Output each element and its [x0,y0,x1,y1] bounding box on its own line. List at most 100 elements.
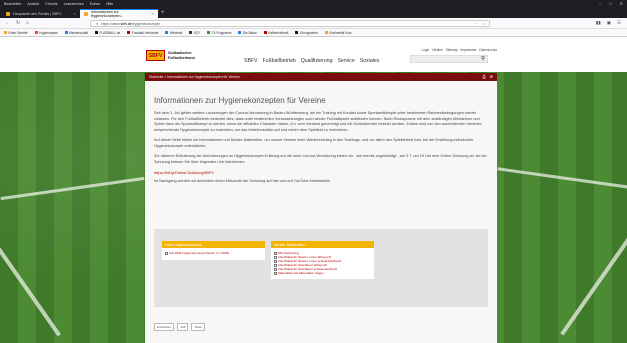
download-box-hygienekonzept: Infos Hygienekonzept Info DFB-Hygienekon… [162,241,265,260]
nav-item-service[interactable]: Service [337,58,354,64]
main-content: Informationen zur Hygienekonzepten für V… [145,81,497,343]
menu-item-help[interactable]: Hilfe [106,2,113,6]
web-page: SBFV Südbadischer Fußballverband SBFV Fu… [0,37,627,343]
schulung-link[interactable]: https://bit.ly/Online-SchulungSBFV [154,170,489,175]
bookmark-item[interactable]: Hygienepass [34,31,58,35]
print-icon[interactable]: ⎙ [482,74,485,79]
toplink-sitemap[interactable]: Sitemap [446,48,458,52]
bookmark-item[interactable]: FUSSBALL.de [95,31,120,35]
pitch-line [560,218,627,336]
main-navigation: SBFV Fußballbetrieb Qualifizierung Servi… [244,58,379,64]
page-actions-icon[interactable]: ⋯ [473,21,477,26]
document-icon [274,252,277,256]
new-tab-icon[interactable]: + [161,9,165,18]
top-links: Login Medien Sitemap Impressum Datenschu… [422,48,497,52]
download-box-title: Infos Hygienekonzept [162,241,265,248]
url-path: /hygienekonzepte [131,21,161,26]
bookmark-item[interactable]: Webmail [165,31,182,35]
download-link[interactable]: Materialien bei Materialien fragen [274,271,371,276]
toplink-impressum[interactable]: Impressum [461,48,477,52]
share-buttons: Empfehlen 128 Teilen [154,323,206,331]
menu-item-bookmarks[interactable]: Lesezeichen [64,2,84,6]
close-tab-icon[interactable]: ✕ [151,12,154,16]
close-tab-icon[interactable]: ✕ [73,12,76,16]
site-search-input[interactable]: ⚲ [410,55,488,63]
bookmark-item[interactable]: Edelmetall Kurs [324,31,352,35]
tab-strip: Hauptseite des Portals | SBFV ✕ Informat… [0,8,627,18]
info-paragraph: Auf dieser Seite bieten wir Informatione… [154,138,474,148]
url-prefix: https://www. [101,21,121,26]
toolbar-icons: ▮▮ ▣ ☰ [596,20,621,26]
close-icon[interactable]: ✕ [620,1,623,6]
reload-icon[interactable]: ↻ [16,20,20,26]
menu-item-tools[interactable]: Extras [90,2,100,6]
tab-label: Hauptseite des Portals | SBFV [13,11,62,16]
site-logo[interactable]: SBFV Südbadischer Fußballverband [146,50,195,61]
page-title: Informationen zur Hygienekonzepten für V… [154,96,326,105]
lock-icon: ● [96,21,99,26]
breadcrumb: Startseite > Informationen zur Hygieneko… [145,73,497,81]
toplink-login[interactable]: Login [422,48,430,52]
minimize-icon[interactable]: – [599,1,601,6]
toplink-medien[interactable]: Medien [432,48,442,52]
followup-paragraph: Im Nachgang werden wir außerdem einen Mi… [154,179,331,183]
logo-text: Südbadischer Fußballverband [168,51,195,60]
breadcrumb-text[interactable]: Startseite > Informationen zur Hygieneko… [149,75,240,79]
search-icon[interactable]: ⚲ [481,56,485,62]
schulung-paragraph: Zur näheren Erläuterung der Anforderunge… [154,154,487,164]
document-icon [274,256,277,260]
address-bar[interactable]: ● https://www. sbfv.de/hygienekonzepte ⋯ … [90,20,490,27]
favicon-icon [84,12,88,16]
recommend-count: 128 [177,323,189,331]
document-icon [165,252,168,256]
window-controls: – □ ✕ [599,1,623,6]
tab-label: Informationen zur Hygienekonzepten... [90,10,124,18]
back-arrow-icon[interactable]: ← [5,20,10,26]
document-icon [274,260,277,264]
site-header: SBFV Südbadischer Fußballverband SBFV Fu… [0,37,627,72]
tab-portal-home[interactable]: Hauptseite des Portals | SBFV ✕ [2,9,80,18]
intro-paragraph: Seit dem 1. Juli gelten weitere Lockerun… [154,111,482,132]
browser-menubar: Bearbeiten Ansicht Chronik Lesezeichen E… [0,0,627,8]
tab-hygienekonzepte[interactable]: Informationen zur Hygienekonzepten... ✕ [80,9,158,18]
library-icon[interactable]: ▮▮ [596,20,601,26]
browser-navbar: ← ↻ ⌂ ● https://www. sbfv.de/hygienekonze… [0,18,627,29]
download-box-title: Muster-Materialien [271,241,374,248]
nav-item-fussballbetrieb[interactable]: Fußballbetrieb [263,58,296,64]
home-icon[interactable]: ⌂ [26,20,29,26]
download-link[interactable]: Info DFB-Hygienekonzept (Stand: 3.7.2020… [165,251,262,256]
bookmark-item[interactable]: Übungsleiter [295,31,318,35]
recommend-button[interactable]: Empfehlen [154,323,175,331]
bookmark-item[interactable]: SCF [189,31,200,35]
share-icon[interactable]: ✉ [490,74,493,79]
menu-icon[interactable]: ☰ [617,20,621,26]
bookmark-item[interactable]: Die Blaue [238,31,257,35]
favicon-icon [6,11,10,16]
menu-item-view[interactable]: Ansicht [27,2,39,6]
toplink-datenschutz[interactable]: Datenschutz [479,48,497,52]
pitch-line [0,176,145,201]
nav-item-sbfv[interactable]: SBFV [244,58,258,64]
bookmark-item[interactable]: Fussball-Verbände [127,31,158,35]
bookmark-item[interactable]: TV Programm [207,31,231,35]
bookmark-item[interactable]: Meisterschaft [64,31,88,35]
sidebar-icon[interactable]: ▣ [607,20,611,26]
url-domain: sbfv.de [120,21,132,26]
download-box-muster: Muster-Materialien MO-Sammlung Info-Plak… [271,241,374,280]
nav-item-qualifizierung[interactable]: Qualifizierung [301,58,333,64]
maximize-icon[interactable]: □ [609,1,611,6]
share-button[interactable]: Teilen [191,323,206,331]
document-icon [274,264,277,268]
pitch-line [497,167,627,190]
document-icon [274,268,277,272]
downloads-area: Infos Hygienekonzept Info DFB-Hygienekon… [154,229,488,307]
menu-item-edit[interactable]: Bearbeiten [4,2,21,6]
document-icon [274,271,277,275]
nav-item-soziales[interactable]: Soziales [360,58,380,64]
bookmark-item[interactable]: Kaffeehalbzeit [263,31,288,35]
bookmark-item[interactable]: Erste Schritte [4,31,28,35]
bookmark-star-icon[interactable]: ☆ [481,21,485,26]
bookmarks-bar: Erste Schritte Hygienepass Meisterschaft… [0,29,627,37]
menu-item-history[interactable]: Chronik [45,2,57,6]
pitch-line [0,227,61,337]
